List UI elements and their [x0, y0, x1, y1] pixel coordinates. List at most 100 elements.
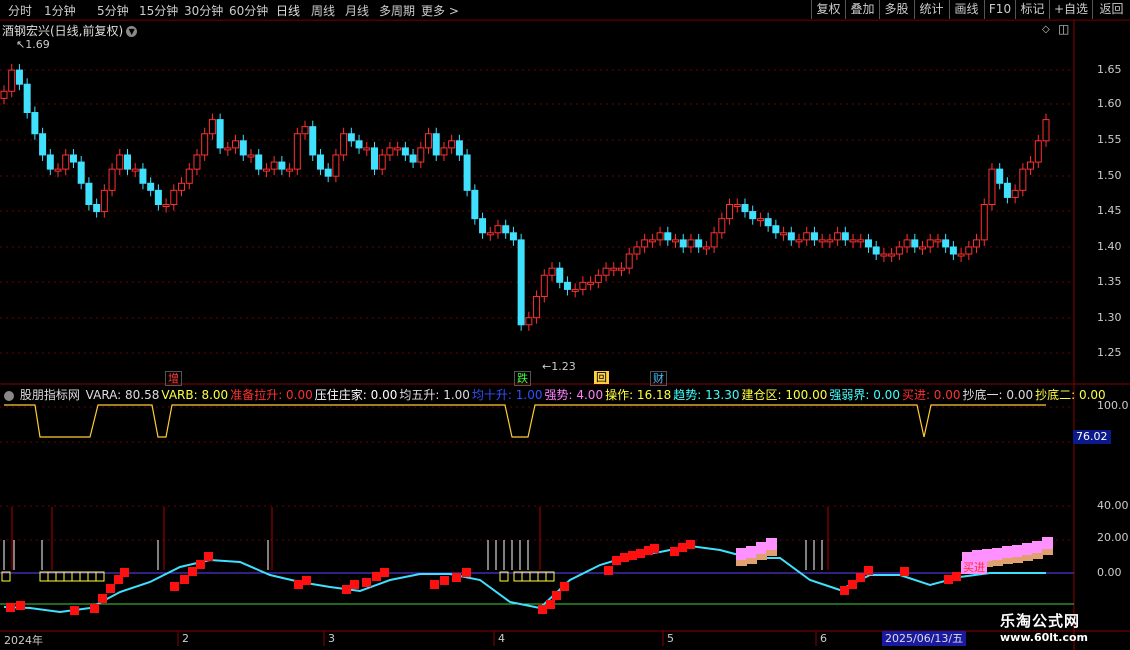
- indicator-name[interactable]: 股朋指标网: [20, 388, 80, 402]
- candle: [872, 246, 880, 255]
- buy-signal-box: [848, 580, 857, 589]
- operation-bar: [746, 558, 757, 564]
- candle: [154, 189, 162, 206]
- buy-signal-box: [170, 582, 179, 591]
- candle: [85, 182, 93, 205]
- buy-signal-box: [372, 572, 381, 581]
- strength-bar: [756, 542, 767, 554]
- watermark-url: www.60lt.com: [1000, 631, 1089, 644]
- candle: [502, 225, 510, 234]
- price-axis-label: 1.50: [1097, 169, 1122, 182]
- low-price-label: ←1.23: [542, 360, 576, 373]
- candle: [363, 147, 371, 151]
- price-axis-label: 1.25: [1097, 346, 1122, 359]
- ind-axis-100: 100.0: [1097, 399, 1129, 412]
- buy-signal-box: [6, 603, 15, 612]
- buy-signal-box: [90, 604, 99, 613]
- buy-signal-box: [188, 567, 197, 576]
- date-label-may: 5: [667, 632, 674, 645]
- buy-signal-box: [628, 551, 637, 560]
- candle: [857, 239, 865, 243]
- candle: [216, 119, 224, 149]
- buy-signal-box: [98, 594, 107, 603]
- candle: [432, 133, 440, 156]
- candle: [633, 246, 641, 255]
- buy-signal-box: [840, 586, 849, 595]
- candle: [710, 232, 718, 248]
- operation-bar: [766, 550, 777, 556]
- candle: [818, 239, 826, 243]
- candle: [756, 218, 764, 222]
- candle: [926, 239, 934, 248]
- buy-signal-box: [204, 552, 213, 561]
- candle: [625, 253, 633, 269]
- candle: [193, 154, 201, 170]
- operation-bar: [992, 560, 1003, 566]
- buy-signal-box: [678, 543, 687, 552]
- operation-bar: [1042, 549, 1053, 555]
- operation-bar: [1002, 558, 1013, 564]
- candle: [324, 168, 332, 177]
- candle: [895, 246, 903, 255]
- buy-signal-box: [650, 544, 659, 553]
- signal-marker-zeng[interactable]: 增: [165, 371, 182, 386]
- indicator-header: 股朋指标网 VARA: 80.58 VARB: 8.00 准备拉升: 0.00 压住庄…: [4, 386, 1110, 403]
- price-axis-label: 1.60: [1097, 97, 1122, 110]
- operation-bar: [736, 560, 747, 566]
- signal-marker-cai[interactable]: 财: [650, 371, 667, 386]
- candle: [826, 239, 834, 243]
- candle: [1011, 189, 1019, 198]
- candle: [919, 246, 927, 250]
- candle: [417, 147, 425, 163]
- price-axis-label: 1.55: [1097, 133, 1122, 146]
- candle: [648, 239, 656, 243]
- candle: [702, 246, 710, 250]
- candle: [448, 140, 456, 149]
- candle: [46, 154, 54, 170]
- candle: [139, 168, 147, 184]
- candle: [641, 239, 649, 248]
- high-price-label: ↖1.69: [16, 38, 50, 51]
- buy-signal-box: [70, 606, 79, 615]
- candle: [440, 147, 448, 156]
- vara-line: [4, 404, 1046, 438]
- indicator-item: 抄底二: 0.00: [1035, 388, 1106, 402]
- candle: [679, 239, 687, 248]
- candle: [525, 317, 533, 326]
- candle: [849, 239, 857, 243]
- strength-bar: [766, 538, 777, 550]
- candle: [571, 288, 579, 292]
- candle: [255, 154, 263, 170]
- candle: [340, 133, 348, 156]
- candle: [370, 147, 378, 170]
- signal-marker-hui[interactable]: 回: [594, 371, 609, 384]
- candle: [108, 168, 116, 191]
- candle: [973, 239, 981, 248]
- current-date-box: 2025/06/13/五: [882, 631, 967, 646]
- candle: [579, 281, 587, 290]
- candle: [687, 239, 695, 248]
- buy-signal-label: 买进: [961, 561, 987, 574]
- buy-signal-box: [180, 575, 189, 584]
- candle: [425, 133, 433, 149]
- candle: [386, 147, 394, 156]
- candle: [178, 182, 186, 191]
- signal-marker-die[interactable]: 跌: [514, 371, 531, 386]
- candle: [131, 168, 139, 172]
- candlestick-chart[interactable]: [0, 0, 1130, 650]
- ind-axis-20: 20.00: [1097, 531, 1129, 544]
- price-axis-label: 1.30: [1097, 311, 1122, 324]
- candle: [69, 154, 77, 163]
- gear-icon[interactable]: [4, 390, 14, 401]
- date-label-mar: 3: [328, 632, 335, 645]
- strength-bar: [1032, 541, 1043, 553]
- date-label-2024: 2024年: [4, 634, 43, 647]
- date-label-jun: 6: [820, 632, 827, 645]
- buy-signal-box: [952, 572, 961, 581]
- candle: [116, 154, 124, 170]
- candle: [332, 154, 340, 177]
- candle: [1027, 161, 1035, 170]
- ind-axis-40: 40.00: [1097, 499, 1129, 512]
- candle: [31, 112, 39, 135]
- candle: [23, 83, 31, 114]
